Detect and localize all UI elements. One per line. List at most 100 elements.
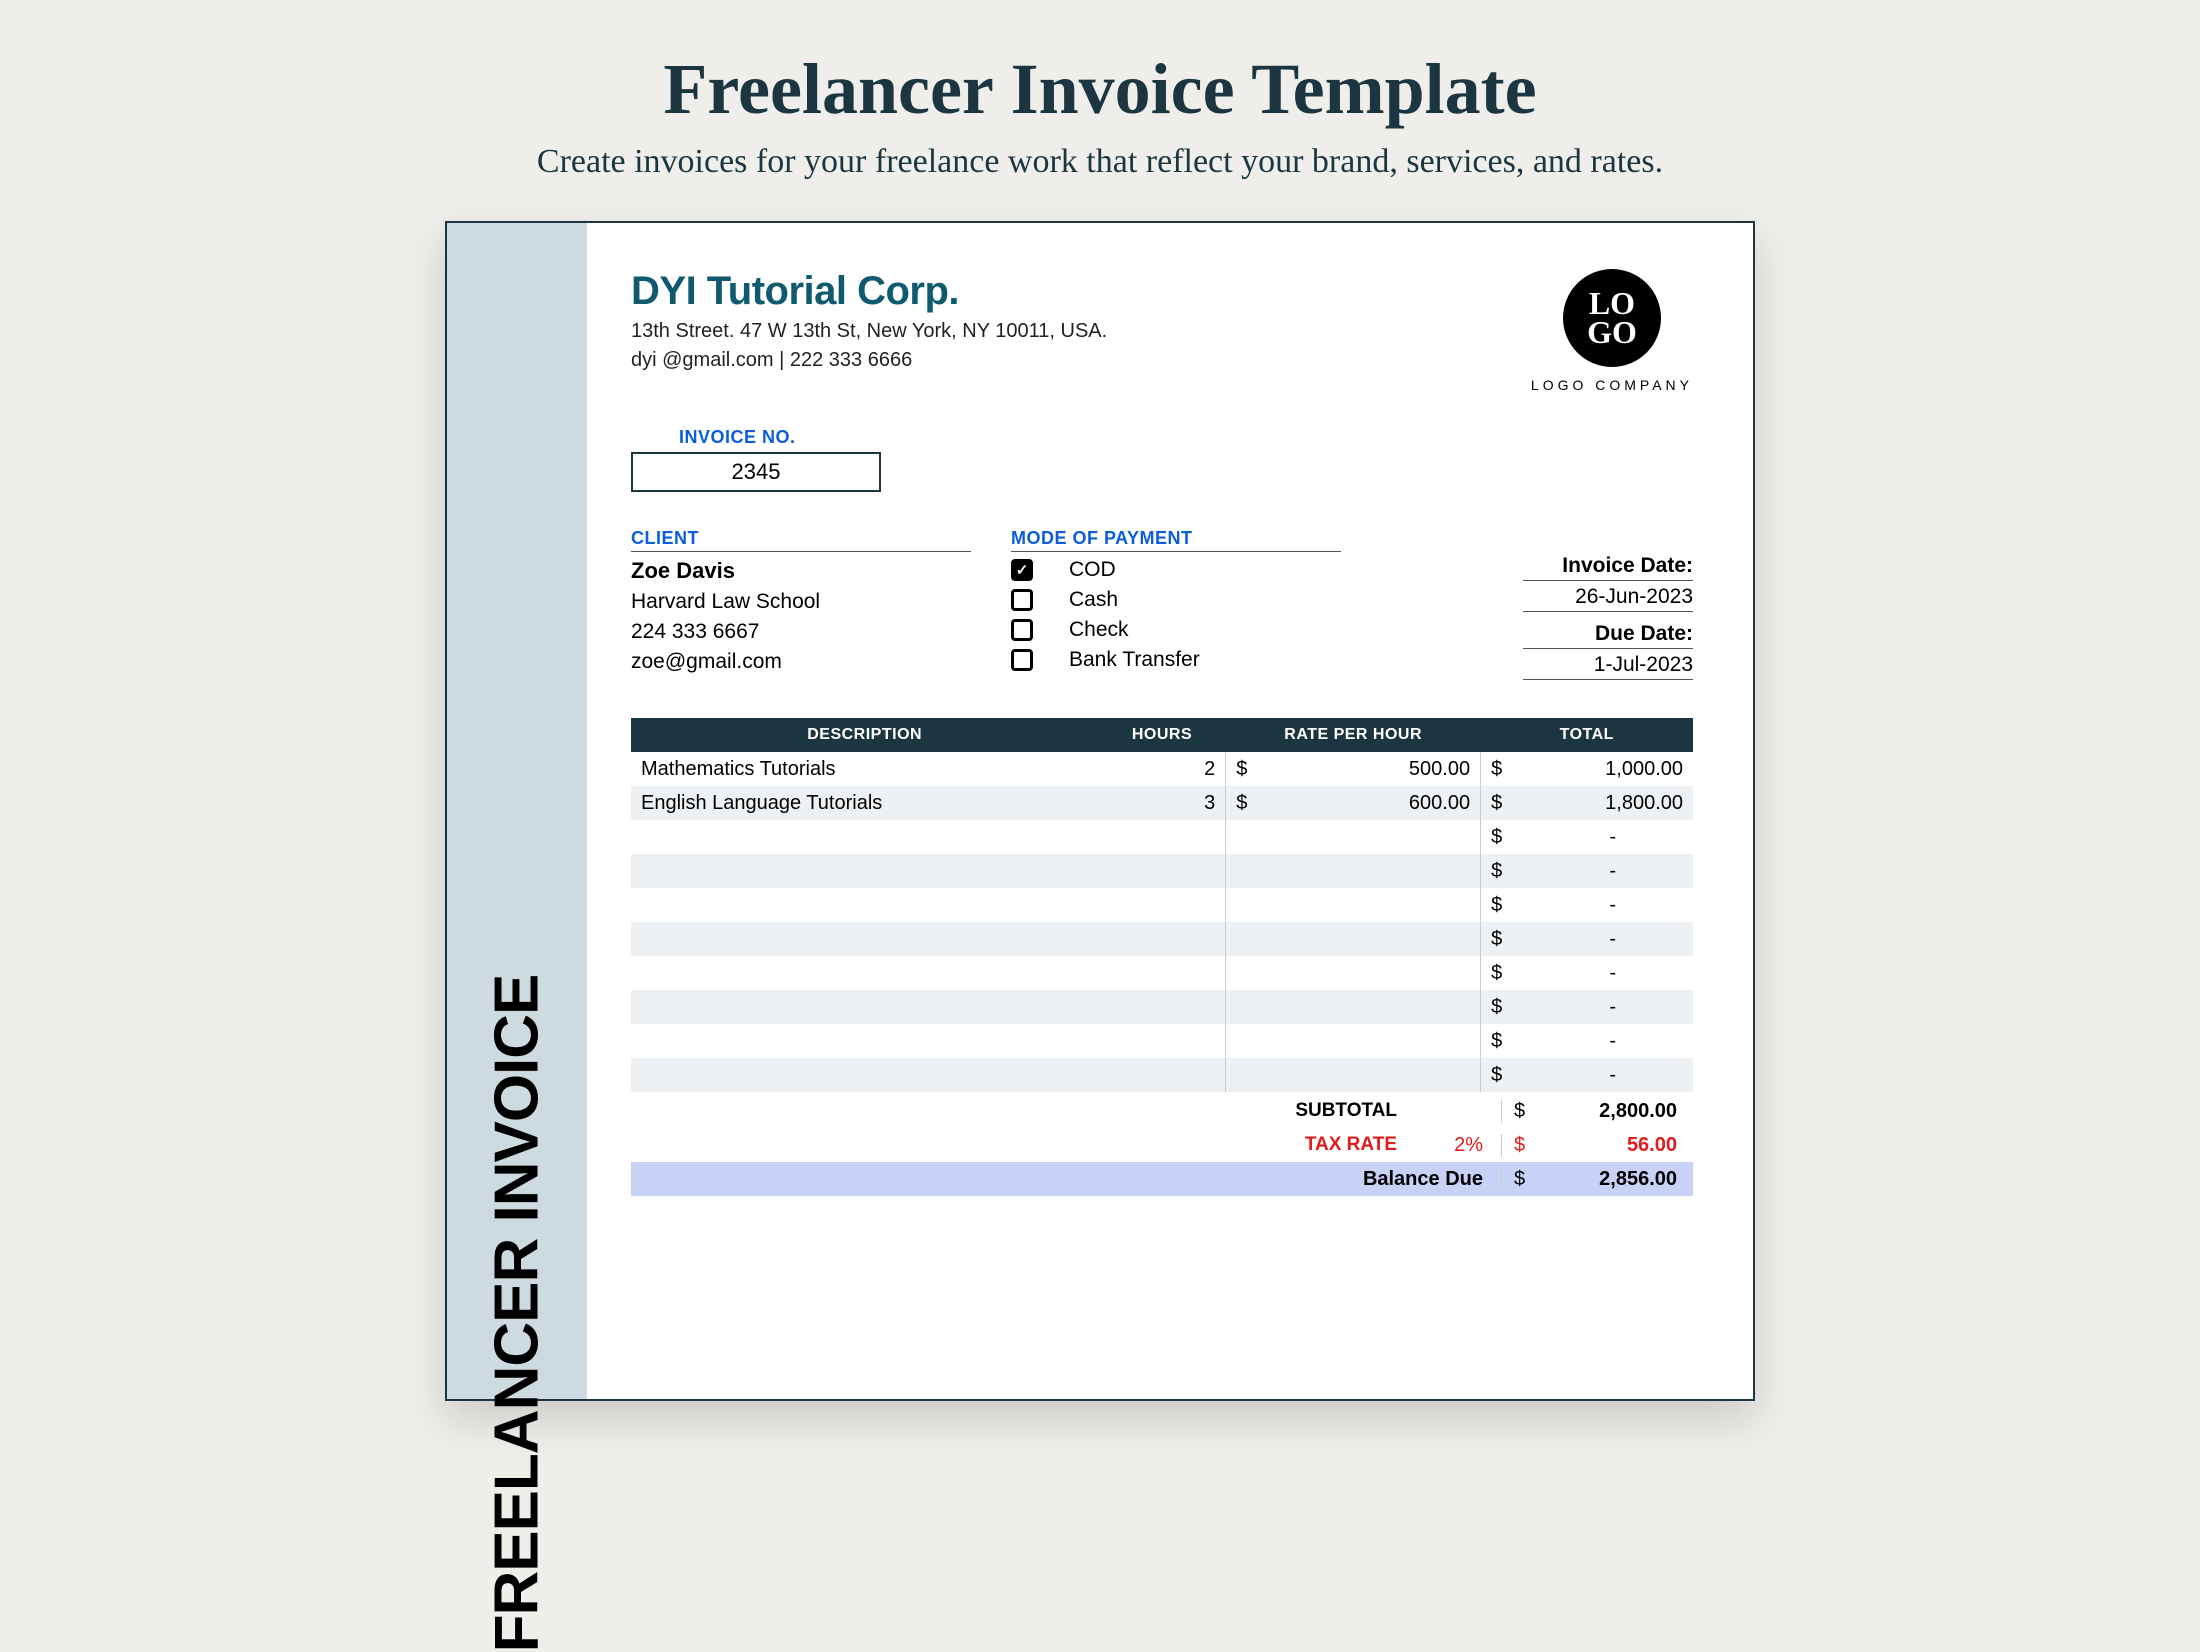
balance-label: Balance Due [1155, 1168, 1501, 1191]
client-name: Zoe Davis [631, 558, 971, 584]
payment-heading: MODE OF PAYMENT [1011, 528, 1341, 552]
sidebar: FREELANCER INVOICE [447, 223, 587, 1399]
cell-rate-currency [1226, 854, 1297, 888]
logo: LO GO LOGO COMPANY [1531, 269, 1693, 393]
cell-total-currency: $ [1481, 1058, 1533, 1092]
invoice-body: DYI Tutorial Corp. 13th Street. 47 W 13t… [587, 223, 1753, 1399]
cell-description: English Language Tutorials [631, 786, 1098, 820]
checkbox-icon[interactable] [1011, 589, 1033, 611]
th-total: TOTAL [1481, 718, 1693, 752]
payment-option-label: Check [1069, 618, 1129, 642]
payment-option-label: Cash [1069, 588, 1118, 612]
balance-value: 2,856.00 [1533, 1168, 1693, 1191]
cell-description [631, 854, 1098, 888]
payment-option: Check [1011, 618, 1341, 642]
cell-hours: 2 [1098, 752, 1225, 786]
client-org: Harvard Law School [631, 590, 971, 614]
table-row: $- [631, 888, 1693, 922]
client-block: CLIENT Zoe Davis Harvard Law School 224 … [631, 528, 971, 690]
cell-description [631, 1024, 1098, 1058]
payment-option-label: COD [1069, 558, 1116, 582]
cell-rate-currency [1226, 1058, 1297, 1092]
cell-total-currency: $ [1481, 854, 1533, 888]
client-heading: CLIENT [631, 528, 971, 552]
checkbox-icon[interactable] [1011, 619, 1033, 641]
cell-description [631, 990, 1098, 1024]
cell-total-currency: $ [1481, 1024, 1533, 1058]
cell-total-currency: $ [1481, 820, 1533, 854]
items-table: DESCRIPTION HOURS RATE PER HOUR TOTAL Ma… [631, 718, 1693, 1092]
cell-total: - [1532, 820, 1693, 854]
company-name: DYI Tutorial Corp. [631, 269, 1107, 314]
th-hours: HOURS [1098, 718, 1225, 752]
tax-value: 56.00 [1533, 1134, 1693, 1157]
cell-total: - [1532, 888, 1693, 922]
cell-total: 1,000.00 [1532, 752, 1693, 786]
cell-total: - [1532, 1024, 1693, 1058]
cell-total-currency: $ [1481, 786, 1533, 820]
cell-total-currency: $ [1481, 888, 1533, 922]
cell-hours [1098, 820, 1225, 854]
subtotal-currency: $ [1501, 1100, 1533, 1123]
cell-hours [1098, 854, 1225, 888]
cell-total-currency: $ [1481, 752, 1533, 786]
cell-rate [1297, 1024, 1481, 1058]
page-subtitle: Create invoices for your freelance work … [0, 143, 2200, 181]
cell-rate [1297, 956, 1481, 990]
cell-rate-currency [1226, 956, 1297, 990]
tax-label: TAX RATE [1155, 1134, 1415, 1156]
cell-total: - [1532, 956, 1693, 990]
table-row: $- [631, 990, 1693, 1024]
cell-rate [1297, 888, 1481, 922]
cell-rate [1297, 820, 1481, 854]
page-title: Freelancer Invoice Template [0, 48, 2200, 131]
cell-description [631, 820, 1098, 854]
cell-total: - [1532, 922, 1693, 956]
invoice-no-label: INVOICE NO. [679, 427, 1693, 448]
cell-total-currency: $ [1481, 990, 1533, 1024]
cell-hours [1098, 922, 1225, 956]
invoice-no-value: 2345 [631, 452, 881, 492]
table-row: $- [631, 922, 1693, 956]
cell-rate-currency [1226, 888, 1297, 922]
cell-hours [1098, 1058, 1225, 1092]
due-date-label: Due Date: [1523, 622, 1693, 649]
logo-caption: LOGO COMPANY [1531, 377, 1693, 393]
invoice-date-value: 26-Jun-2023 [1523, 585, 1693, 612]
cell-total-currency: $ [1481, 922, 1533, 956]
cell-rate-currency: $ [1226, 752, 1297, 786]
cell-description [631, 956, 1098, 990]
cell-description [631, 922, 1098, 956]
company-address: 13th Street. 47 W 13th St, New York, NY … [631, 320, 1107, 343]
cell-rate-currency [1226, 820, 1297, 854]
table-row: $- [631, 956, 1693, 990]
subtotal-value: 2,800.00 [1533, 1100, 1693, 1123]
logo-icon: LO GO [1563, 269, 1661, 367]
table-row: $- [631, 820, 1693, 854]
th-description: DESCRIPTION [631, 718, 1098, 752]
tax-currency: $ [1501, 1134, 1533, 1157]
subtotal-label: SUBTOTAL [1155, 1100, 1415, 1122]
cell-total: 1,800.00 [1532, 786, 1693, 820]
table-row: $- [631, 1024, 1693, 1058]
cell-hours [1098, 990, 1225, 1024]
client-email: zoe@gmail.com [631, 650, 971, 674]
due-date-value: 1-Jul-2023 [1523, 653, 1693, 680]
checkbox-icon[interactable] [1011, 649, 1033, 671]
cell-rate-currency: $ [1226, 786, 1297, 820]
table-row: English Language Tutorials3$600.00$1,800… [631, 786, 1693, 820]
payment-option: Bank Transfer [1011, 648, 1341, 672]
cell-rate [1297, 854, 1481, 888]
cell-description: Mathematics Tutorials [631, 752, 1098, 786]
checkbox-icon[interactable]: ✓ [1011, 559, 1033, 581]
cell-description [631, 888, 1098, 922]
cell-rate-currency [1226, 922, 1297, 956]
tax-pct: 2% [1415, 1134, 1501, 1157]
payment-option-label: Bank Transfer [1069, 648, 1200, 672]
balance-currency: $ [1501, 1168, 1533, 1191]
table-row: $- [631, 854, 1693, 888]
invoice-no-block: INVOICE NO. 2345 [631, 427, 1693, 492]
invoice-date-label: Invoice Date: [1523, 554, 1693, 581]
invoice-document: FREELANCER INVOICE DYI Tutorial Corp. 13… [445, 221, 1755, 1401]
cell-hours [1098, 1024, 1225, 1058]
